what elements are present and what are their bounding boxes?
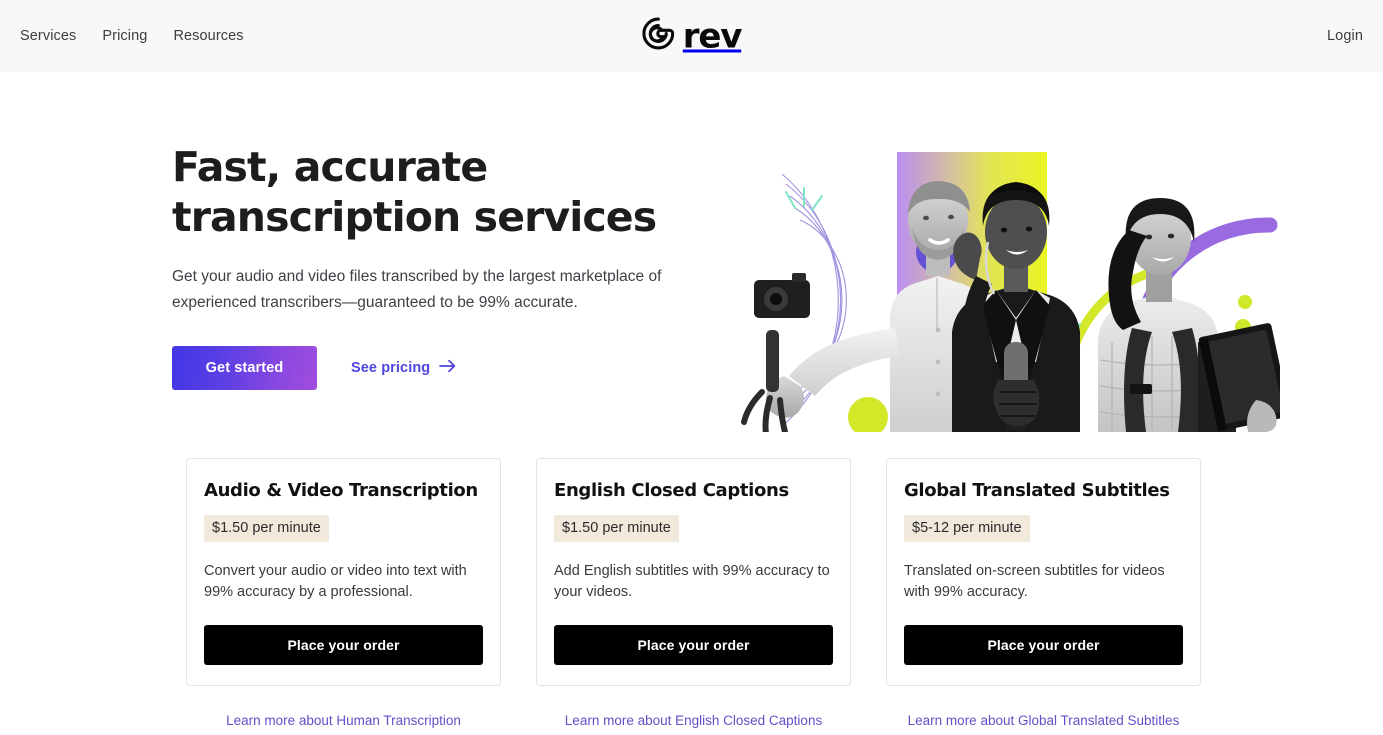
service-card: English Closed Captions $1.50 per minute… <box>536 458 851 686</box>
hero-actions: Get started See pricing <box>172 346 712 390</box>
rev-spiral-icon <box>641 17 674 55</box>
hero-subtitle: Get your audio and video files transcrib… <box>172 268 662 311</box>
login-link[interactable]: Login <box>1327 28 1363 44</box>
primary-navigation: Services Pricing Resources <box>20 29 244 44</box>
hero-section: Fast, accurate transcription services Ge… <box>0 72 1383 432</box>
card-description: Convert your audio or video into text wi… <box>204 563 467 600</box>
card-title: English Closed Captions <box>554 480 789 501</box>
service-cards-section: Audio & Video Transcription $1.50 per mi… <box>0 458 1383 730</box>
see-pricing-label: See pricing <box>351 360 431 376</box>
learn-more-cell: Learn more about Human Transcription <box>186 712 501 730</box>
nav-item-services[interactable]: Services <box>20 29 76 44</box>
hero-artwork <box>740 80 1280 432</box>
arrow-right-icon <box>439 359 456 377</box>
nav-item-pricing[interactable]: Pricing <box>102 29 147 44</box>
rev-logo[interactable]: rev <box>641 16 743 56</box>
learn-more-row: Learn more about Human Transcription Lea… <box>0 712 1383 730</box>
service-cards-row: Audio & Video Transcription $1.50 per mi… <box>0 458 1383 686</box>
see-pricing-button[interactable]: See pricing <box>351 359 456 377</box>
learn-more-link[interactable]: Learn more about English Closed Captions <box>565 713 822 728</box>
nav-item-resources[interactable]: Resources <box>173 29 243 44</box>
place-your-order-button[interactable]: Place your order <box>204 625 483 665</box>
place-your-order-button[interactable]: Place your order <box>904 625 1183 665</box>
card-title: Global Translated Subtitles <box>904 480 1170 501</box>
card-description: Translated on-screen subtitles for video… <box>904 563 1165 600</box>
service-card: Global Translated Subtitles $5-12 per mi… <box>886 458 1201 686</box>
rev-wordmark: rev <box>682 16 743 56</box>
learn-more-cell: Learn more about Global Translated Subti… <box>886 712 1201 730</box>
learn-more-link[interactable]: Learn more about Human Transcription <box>226 713 461 728</box>
card-description: Add English subtitles with 99% accuracy … <box>554 563 830 600</box>
learn-more-link[interactable]: Learn more about Global Translated Subti… <box>908 713 1180 728</box>
place-your-order-button[interactable]: Place your order <box>554 625 833 665</box>
site-header: Services Pricing Resources rev Login <box>0 0 1383 72</box>
card-price-badge: $1.50 per minute <box>204 515 329 542</box>
service-card: Audio & Video Transcription $1.50 per mi… <box>186 458 501 686</box>
card-price-badge: $5-12 per minute <box>904 515 1030 542</box>
page-title: Fast, accurate transcription services <box>172 143 657 241</box>
learn-more-cell: Learn more about English Closed Captions <box>536 712 851 730</box>
header-right: Login <box>1327 28 1363 44</box>
card-price-badge: $1.50 per minute <box>554 515 679 542</box>
card-title: Audio & Video Transcription <box>204 480 478 501</box>
get-started-button[interactable]: Get started <box>172 346 317 390</box>
hero-copy: Fast, accurate transcription services Ge… <box>172 142 712 390</box>
